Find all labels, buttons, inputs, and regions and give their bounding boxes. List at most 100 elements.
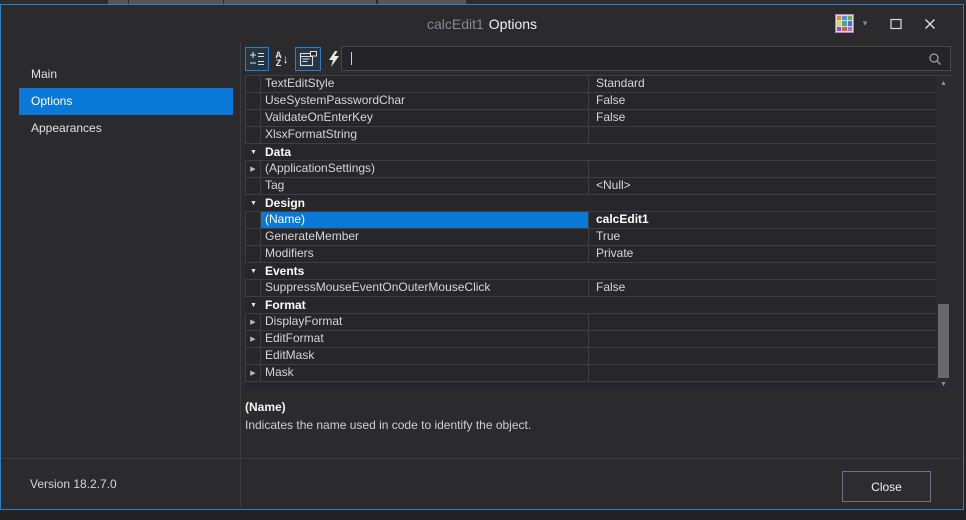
row-gutter [246, 229, 261, 245]
property-row[interactable]: ValidateOnEnterKey False [245, 110, 936, 127]
property-name-cell[interactable]: (Name) [261, 212, 589, 228]
expand-icon[interactable]: ▶ [246, 331, 261, 347]
property-value-cell[interactable]: False [589, 93, 936, 109]
version-label: Version 18.2.7.0 [30, 477, 117, 491]
property-value-cell[interactable]: False [589, 280, 936, 296]
property-name-cell[interactable]: (ApplicationSettings) [261, 161, 589, 177]
property-row[interactable]: ▶ EditFormat [245, 331, 936, 348]
search-input[interactable] [352, 47, 928, 70]
sidebar-item-appearances[interactable]: Appearances [19, 115, 233, 142]
collapse-icon[interactable]: ▼ [246, 297, 261, 313]
scrollbar-thumb[interactable] [938, 304, 949, 378]
property-row[interactable]: (Name) calcEdit1 [245, 212, 936, 229]
skin-palette-icon[interactable] [835, 14, 854, 33]
property-row[interactable]: SuppressMouseEventOnOuterMouseClick False [245, 280, 936, 297]
collapse-icon[interactable]: ▼ [246, 263, 261, 279]
search-icon[interactable] [928, 52, 942, 66]
description-text: Indicates the name used in code to ident… [245, 418, 532, 432]
vertical-scrollbar[interactable]: ▲ ▼ [936, 76, 951, 391]
category-row[interactable]: ▼ Data [245, 144, 936, 161]
property-row[interactable]: ▶ DisplayFormat [245, 314, 936, 331]
property-value-cell[interactable] [589, 314, 936, 330]
property-value-cell[interactable] [589, 365, 936, 381]
property-value-cell[interactable] [589, 348, 936, 364]
property-value-cell[interactable]: calcEdit1 [589, 212, 936, 228]
property-name-cell[interactable]: GenerateMember [261, 229, 589, 245]
property-name-cell[interactable]: Mask [261, 365, 589, 381]
property-row[interactable]: EditMask [245, 348, 936, 365]
property-pages-button[interactable] [295, 47, 321, 71]
alphabetical-sort-button[interactable]: A Z ↓ [271, 47, 293, 71]
property-row[interactable]: XlsxFormatString [245, 127, 936, 144]
show-events-button[interactable] [323, 47, 343, 71]
sidebar-item-options[interactable]: Options [19, 88, 233, 115]
property-value-cell[interactable]: True [589, 229, 936, 245]
category-label: Design [265, 196, 306, 210]
category-sidebar: Main Options Appearances [1, 42, 240, 458]
palette-color-cell [842, 26, 847, 31]
row-gutter [246, 93, 261, 109]
property-row[interactable]: ▶ Mask [245, 365, 936, 382]
property-value-cell[interactable]: Private [589, 246, 936, 262]
property-name-cell[interactable]: UseSystemPasswordChar [261, 93, 589, 109]
property-name-cell[interactable]: EditMask [261, 348, 589, 364]
property-row[interactable]: Modifiers Private [245, 246, 936, 263]
row-gutter [246, 110, 261, 126]
dialog-title: Options [488, 15, 538, 32]
row-gutter [246, 212, 261, 228]
collapse-icon[interactable]: ▼ [246, 195, 261, 211]
categorized-icon [250, 52, 264, 66]
property-name-cell[interactable]: Modifiers [261, 246, 589, 262]
options-dialog: calcEdit1 Options ▾ Main Options Appeara… [0, 4, 964, 510]
maximize-icon [890, 18, 902, 29]
footer-bar: Version 18.2.7.0 Close [1, 458, 963, 509]
row-gutter [246, 348, 261, 364]
property-name-cell[interactable]: XlsxFormatString [261, 127, 589, 143]
property-value-cell[interactable]: False [589, 110, 936, 126]
sidebar-divider [240, 42, 241, 507]
property-name-cell[interactable]: TextEditStyle [261, 76, 589, 92]
palette-color-cell [847, 26, 852, 31]
scroll-down-icon[interactable]: ▼ [936, 377, 951, 391]
property-grid: TextEditStyle Standard UseSystemPasswordCh… [245, 75, 951, 391]
palette-color-cell [847, 21, 852, 26]
expand-icon[interactable]: ▶ [246, 161, 261, 177]
property-value-cell[interactable] [589, 331, 936, 347]
property-name-cell[interactable]: SuppressMouseEventOnOuterMouseClick [261, 280, 589, 296]
close-window-button[interactable] [921, 14, 939, 34]
property-row[interactable]: TextEditStyle Standard [245, 76, 936, 93]
collapse-icon[interactable]: ▼ [246, 144, 261, 160]
categorized-view-button[interactable] [245, 47, 269, 71]
category-row[interactable]: ▼ Events [245, 263, 936, 280]
chevron-down-icon[interactable]: ▾ [859, 18, 871, 29]
scroll-up-icon[interactable]: ▲ [936, 76, 951, 90]
property-value-cell[interactable] [589, 161, 936, 177]
property-grid-toolbar: A Z ↓ [245, 46, 345, 72]
property-value-cell[interactable]: Standard [589, 76, 936, 92]
property-row[interactable]: Tag <Null> [245, 178, 936, 195]
palette-color-cell [837, 16, 842, 21]
property-value-cell[interactable] [589, 127, 936, 143]
row-gutter [246, 76, 261, 92]
property-value-cell[interactable]: <Null> [589, 178, 936, 194]
expand-icon[interactable]: ▶ [246, 365, 261, 381]
category-row[interactable]: ▼ Format [245, 297, 936, 314]
property-row[interactable]: UseSystemPasswordChar False [245, 93, 936, 110]
sidebar-item-main[interactable]: Main [19, 61, 233, 88]
category-row[interactable]: ▼ Design [245, 195, 936, 212]
property-name-cell[interactable]: DisplayFormat [261, 314, 589, 330]
property-name-cell[interactable]: EditFormat [261, 331, 589, 347]
dialog-title-object: calcEdit1 [426, 15, 484, 32]
property-name-cell[interactable]: ValidateOnEnterKey [261, 110, 589, 126]
maximize-button[interactable] [887, 14, 905, 34]
category-label: Format [265, 298, 306, 312]
title-bar: calcEdit1 Options ▾ [1, 5, 963, 42]
palette-color-cell [837, 21, 842, 26]
property-name-cell[interactable]: Tag [261, 178, 589, 194]
category-label: Data [265, 145, 292, 159]
property-row[interactable]: ▶ (ApplicationSettings) [245, 161, 936, 178]
expand-icon[interactable]: ▶ [246, 314, 261, 330]
property-description-panel: (Name) Indicates the name used in code t… [245, 400, 945, 432]
close-button[interactable]: Close [842, 471, 931, 502]
property-row[interactable]: GenerateMember True [245, 229, 936, 246]
